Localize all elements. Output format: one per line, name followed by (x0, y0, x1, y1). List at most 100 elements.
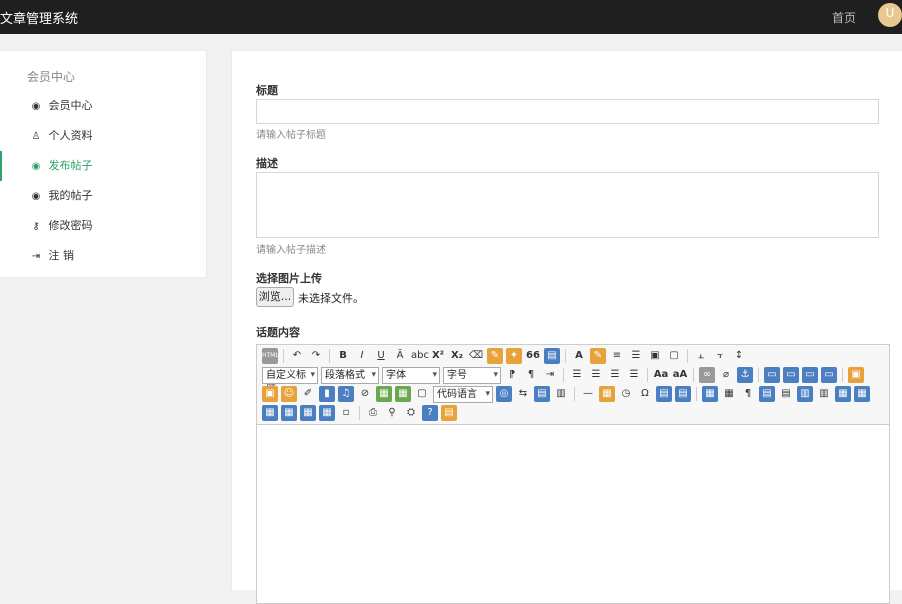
delete-table-icon[interactable]: ▦ (721, 386, 737, 402)
chart-icon[interactable]: ▫ (338, 405, 354, 421)
home-link[interactable]: 首页 (832, 9, 856, 26)
map-icon[interactable]: ▦ (376, 386, 392, 402)
scrawl-icon[interactable]: ✐ (300, 386, 316, 402)
link-icon[interactable]: ∞ (699, 367, 715, 383)
editor-toolbar: HTML ↶ ↷ B I U Ā abc X² X₂ ⌫ ✎ ✦ 66 ▤ A … (257, 345, 889, 425)
auto-format-icon[interactable]: ✦ (506, 348, 522, 364)
special-chars-icon[interactable]: Ω (637, 386, 653, 402)
page-break-icon[interactable]: ◎ (496, 386, 512, 402)
ordered-list-icon[interactable]: ≡ (609, 348, 625, 364)
paragraph-format-select[interactable]: 段落格式 (321, 366, 379, 384)
delete-row-icon[interactable]: ▤ (778, 386, 794, 402)
align-right-icon[interactable]: ☰ (607, 367, 623, 383)
image-center-icon[interactable]: ▭ (821, 367, 837, 383)
search-icon[interactable]: ⛭ (403, 405, 419, 421)
line-height-icon[interactable]: ↕ (731, 348, 747, 364)
description-textarea[interactable] (256, 172, 879, 238)
help-icon[interactable]: ? (422, 405, 438, 421)
italic-button[interactable]: I (354, 348, 370, 364)
horizontal-rule-icon[interactable]: — (580, 386, 596, 402)
merge-right-icon[interactable]: ▦ (854, 386, 870, 402)
code-language-select[interactable]: 代码语言 (433, 385, 493, 403)
row-spacing-bottom-icon[interactable]: ⫟ (712, 348, 728, 364)
insert-paragraph-icon[interactable]: ¶ (740, 386, 756, 402)
insert-video-icon[interactable]: ▮ (319, 386, 335, 402)
bold-button[interactable]: B (335, 348, 351, 364)
merge-cells-icon[interactable]: ▦ (835, 386, 851, 402)
format-brush-icon[interactable]: ✎ (487, 348, 503, 364)
paste-plain-icon[interactable]: ▤ (544, 348, 560, 364)
preview-icon[interactable]: ⚲ (384, 405, 400, 421)
sidebar-item-publish[interactable]: ◉ 发布帖子 (0, 151, 206, 181)
eraser-icon[interactable]: ⌫ (468, 348, 484, 364)
insert-col-icon[interactable]: ▥ (797, 386, 813, 402)
font-border-icon[interactable]: Ā (392, 348, 408, 364)
insert-frame-icon[interactable]: ▢ (414, 386, 430, 402)
sidebar-item-logout[interactable]: ⇥ 注 销 (0, 241, 206, 271)
strikethrough-icon[interactable]: abc (411, 348, 429, 364)
simple-upload-icon[interactable]: ▣ (848, 367, 864, 383)
row-spacing-top-icon[interactable]: ⫠ (693, 348, 709, 364)
search-replace-icon[interactable]: ▤ (675, 386, 691, 402)
font-family-select[interactable]: 字体 (382, 366, 440, 384)
unlink-icon[interactable]: ⌀ (718, 367, 734, 383)
title-input[interactable] (256, 99, 879, 124)
source-html-button[interactable]: HTML (262, 348, 279, 364)
music-icon[interactable]: ♫ (338, 386, 354, 402)
lowercase-icon[interactable]: aA (672, 367, 688, 383)
insert-image-icon[interactable]: ▣ (262, 386, 278, 402)
align-left-icon[interactable]: ☰ (569, 367, 585, 383)
background-icon[interactable]: ▤ (534, 386, 550, 402)
sidebar-item-my-posts[interactable]: ◉ 我的帖子 (0, 181, 206, 211)
select-all-icon[interactable]: ▣ (647, 348, 663, 364)
font-color-button[interactable]: A (571, 348, 587, 364)
date-icon[interactable]: ▦ (599, 386, 615, 402)
avatar[interactable]: U (878, 3, 902, 27)
time-icon[interactable]: ◷ (618, 386, 634, 402)
clear-doc-icon[interactable]: ▢ (666, 348, 682, 364)
align-center-icon[interactable]: ☰ (588, 367, 604, 383)
uppercase-icon[interactable]: Aa (653, 367, 669, 383)
subscript-button[interactable]: X₂ (449, 348, 465, 364)
emotion-icon[interactable]: ☺ (281, 386, 297, 402)
split-cells-icon[interactable]: ▦ (281, 405, 297, 421)
indent-icon[interactable]: ⇥ (542, 367, 558, 383)
superscript-button[interactable]: X² (430, 348, 446, 364)
help-icon-small[interactable]: ▥ (553, 386, 569, 402)
image-right-icon[interactable]: ▭ (802, 367, 818, 383)
blockquote-button[interactable]: 66 (525, 348, 541, 364)
redo-icon[interactable]: ↷ (308, 348, 324, 364)
wordimage-icon[interactable]: ▤ (656, 386, 672, 402)
template-icon[interactable]: ⇆ (515, 386, 531, 402)
background-color-icon[interactable]: ✎ (590, 348, 606, 364)
unordered-list-icon[interactable]: ☰ (628, 348, 644, 364)
sidebar-item-label: 会员中心 (48, 99, 93, 112)
drafts-icon[interactable]: ▤ (441, 405, 457, 421)
browse-button[interactable]: 浏览... (256, 287, 294, 307)
print-icon[interactable]: ⎙ (365, 405, 381, 421)
split-cols-icon[interactable]: ▦ (319, 405, 335, 421)
underline-button[interactable]: U (373, 348, 389, 364)
insert-row-icon[interactable]: ▤ (759, 386, 775, 402)
insert-table-icon[interactable]: ▦ (702, 386, 718, 402)
title-label: 标题 (256, 84, 278, 97)
attachment-icon[interactable]: ⊘ (357, 386, 373, 402)
gmap-icon[interactable]: ▦ (395, 386, 411, 402)
editor-content-area[interactable] (257, 426, 889, 603)
image-none-icon[interactable]: ▭ (764, 367, 780, 383)
font-size-select[interactable]: 字号 (443, 366, 501, 384)
sidebar-item-change-password[interactable]: ⚷ 修改密码 (0, 211, 206, 241)
custom-title-select[interactable]: 自定义标题 (262, 366, 318, 396)
anchor-icon[interactable]: ⚓ (737, 367, 753, 383)
sidebar-item-profile[interactable]: ♙ 个人资料 (0, 121, 206, 151)
merge-down-icon[interactable]: ▦ (262, 405, 278, 421)
rtl-icon[interactable]: ¶ (523, 367, 539, 383)
content-label: 话题内容 (256, 326, 300, 339)
delete-col-icon[interactable]: ▥ (816, 386, 832, 402)
split-rows-icon[interactable]: ▦ (300, 405, 316, 421)
image-left-icon[interactable]: ▭ (783, 367, 799, 383)
align-justify-icon[interactable]: ☰ (626, 367, 642, 383)
undo-icon[interactable]: ↶ (289, 348, 305, 364)
ltr-icon[interactable]: ⁋ (504, 367, 520, 383)
sidebar-item-member-center[interactable]: ◉ 会员中心 (0, 91, 206, 121)
